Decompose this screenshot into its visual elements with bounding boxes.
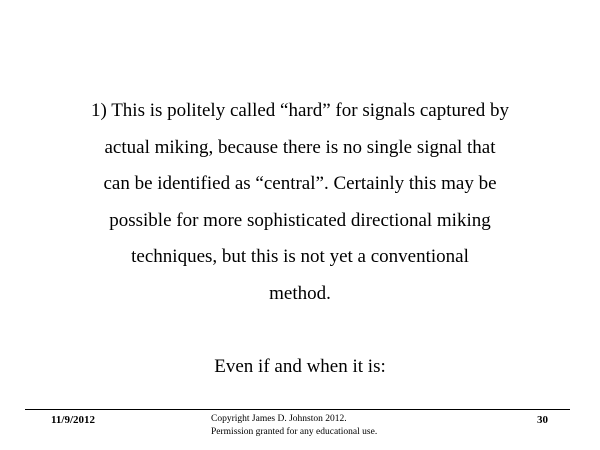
- closing-line: Even if and when it is:: [214, 355, 386, 377]
- body-line-1: 1) This is politely called “hard” for si…: [90, 100, 510, 121]
- body-line-5: techniques, but this is not yet a conven…: [131, 246, 469, 267]
- footer-date: 11/9/2012: [51, 414, 96, 426]
- slide-body-text: 1) This is politely called “hard” for si…: [40, 93, 560, 385]
- copyright-line-1: Copyright James D. Johnston 2012.: [211, 414, 347, 424]
- copyright-line-2: Permission granted for any educational u…: [211, 427, 378, 437]
- body-line-3: can be identified as “central”. Certainl…: [103, 173, 497, 194]
- footer-copyright: Copyright James D. Johnston 2012. Permis…: [211, 413, 377, 439]
- body-line-2: actual miking, because there is no singl…: [104, 136, 496, 158]
- body-line-6: method.: [269, 282, 331, 304]
- footer-divider: [25, 409, 570, 410]
- page-number: 30: [537, 414, 548, 426]
- body-line-4: possible for more sophisticated directio…: [109, 209, 491, 231]
